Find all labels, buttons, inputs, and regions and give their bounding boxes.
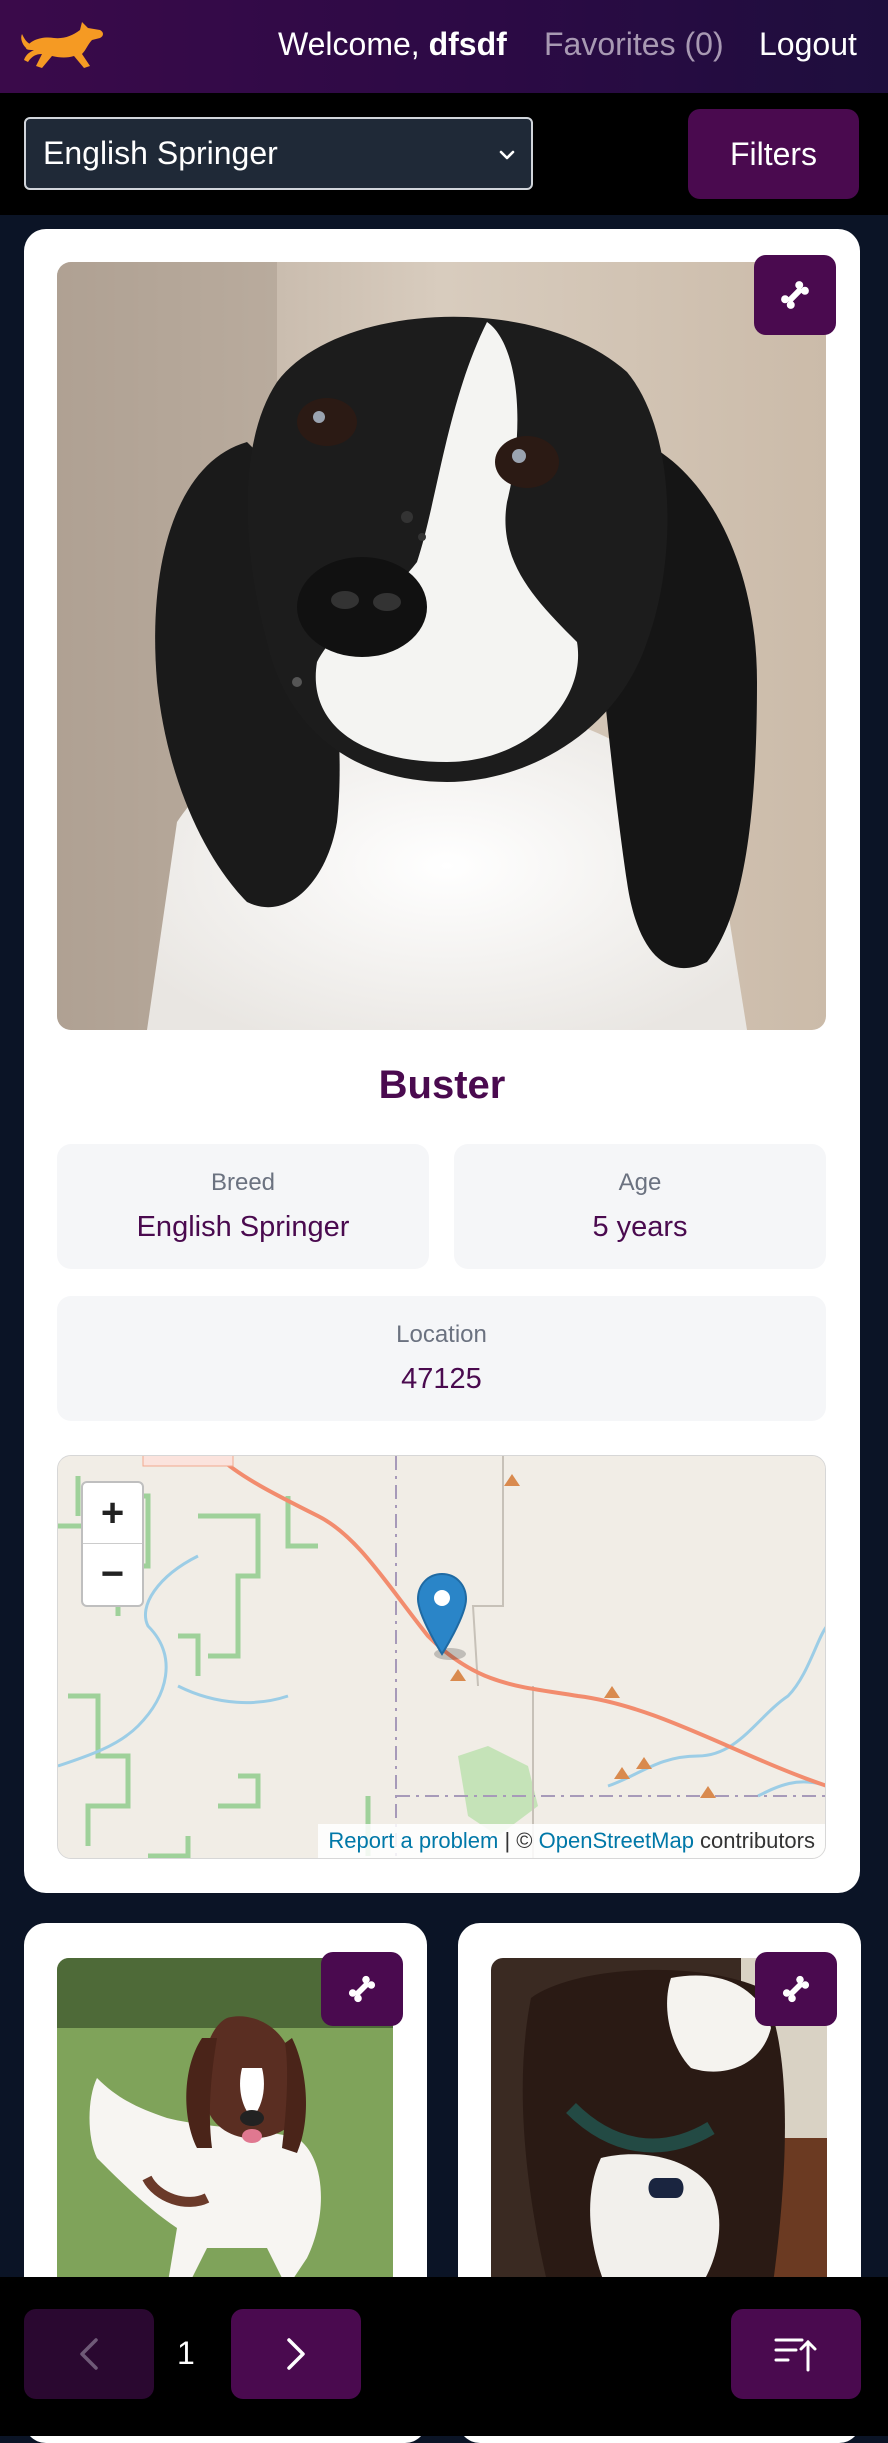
zoom-control: + −	[81, 1481, 144, 1607]
dog-name: Buster	[378, 1063, 506, 1107]
prev-page-button[interactable]	[24, 2309, 154, 2399]
logout-link[interactable]: Logout	[759, 26, 857, 63]
favorite-bone-button[interactable]	[755, 1952, 837, 2026]
bone-icon	[781, 281, 809, 309]
favorite-bone-button[interactable]	[754, 255, 836, 335]
dog-photo	[57, 262, 826, 1030]
breed-select[interactable]: English Springer	[24, 117, 533, 190]
favorites-link[interactable]: Favorites (0)	[544, 26, 724, 63]
chevron-left-icon	[80, 2338, 98, 2370]
age-label: Age	[618, 1169, 662, 1196]
map-tiles	[58, 1456, 825, 1858]
breed-value: English Springer	[136, 1211, 350, 1243]
current-page: 1	[177, 2335, 195, 2371]
pagination-bar: 1	[0, 2277, 888, 2436]
sort-button[interactable]	[731, 2309, 861, 2399]
zoom-out-button[interactable]: −	[83, 1544, 142, 1605]
zoom-in-button[interactable]: +	[83, 1483, 142, 1544]
location-value: 47125	[401, 1363, 482, 1395]
map-attribution: Report a problem | © OpenStreetMap contr…	[318, 1824, 825, 1858]
bone-icon	[782, 1975, 810, 2003]
location-info: Location 47125	[57, 1296, 826, 1421]
age-info: Age 5 years	[454, 1144, 826, 1269]
bone-icon	[348, 1975, 376, 2003]
app-header: Welcome, dfsdf Favorites (0) Logout	[0, 0, 888, 93]
chevron-right-icon	[287, 2338, 305, 2370]
report-problem-link[interactable]: Report a problem	[328, 1828, 498, 1853]
filters-button[interactable]: Filters	[688, 109, 859, 199]
osm-link[interactable]: OpenStreetMap	[539, 1828, 694, 1853]
sort-ascending-icon	[774, 2338, 817, 2372]
running-dog-logo[interactable]	[20, 18, 106, 72]
location-label: Location	[396, 1321, 487, 1348]
breed-label: Breed	[210, 1169, 276, 1196]
filter-toolbar: English Springer Filters	[0, 93, 888, 215]
chevron-down-icon	[499, 150, 515, 160]
age-value: 5 years	[592, 1211, 688, 1243]
username: dfsdf	[428, 26, 507, 62]
breed-info: Breed English Springer	[57, 1144, 429, 1269]
location-map[interactable]: + − Report a problem | © OpenStreetMap c…	[57, 1455, 826, 1859]
welcome-text: Welcome, dfsdf	[278, 26, 507, 62]
breed-select-value: English Springer	[43, 135, 278, 171]
favorite-bone-button[interactable]	[321, 1952, 403, 2026]
next-page-button[interactable]	[231, 2309, 361, 2399]
dog-card: Buster Breed English Springer Age 5 year…	[24, 229, 860, 1893]
